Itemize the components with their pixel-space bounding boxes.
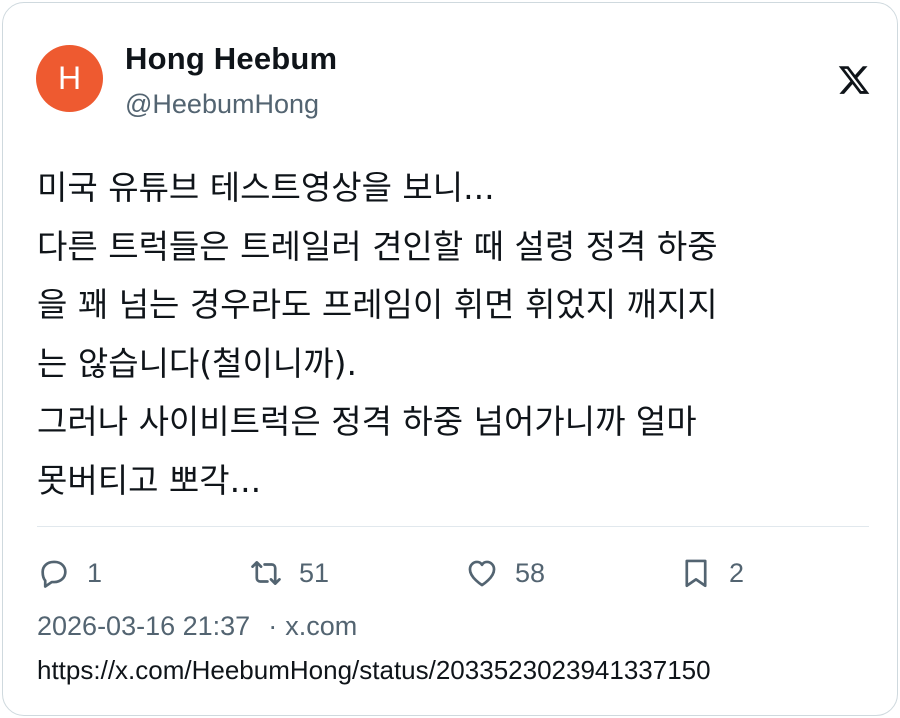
tweet-line: 못버티고 뽀각... <box>37 460 262 500</box>
bookmark-button[interactable]: 2 <box>679 555 744 591</box>
heart-icon <box>468 560 496 587</box>
like-button[interactable]: 58 <box>465 555 545 591</box>
tweet-line: 미국 유튜브 테스트영상을 보니... <box>37 168 495 207</box>
avatar[interactable]: H <box>36 45 103 112</box>
timestamp[interactable]: 2026-03-16 21:37 <box>37 611 250 641</box>
meta-separator: · <box>268 611 278 641</box>
repost-count: 51 <box>299 557 330 588</box>
tweet-line: 는 않습니다(철이니까). <box>37 343 357 383</box>
tweet-text: 미국 유튜브 테스트영상을 보니... 다른 트럭들은 트레일러 견인할 때 설령… <box>37 159 867 510</box>
reply-icon <box>41 560 67 588</box>
tweet-line: 그러나 사이비트럭은 정격 하중 넘어가니까 얼마 <box>37 402 697 441</box>
repost-button[interactable]: 51 <box>249 555 329 591</box>
repost-icon <box>251 561 281 585</box>
tweet-meta: 2026-03-16 21:37 · x.com <box>37 611 357 642</box>
avatar-letter: H <box>57 60 82 96</box>
bookmark-count: 2 <box>729 557 745 588</box>
status-url[interactable]: https://x.com/HeebumHong/status/20335230… <box>37 655 711 686</box>
divider <box>37 526 869 527</box>
tweet-line: 다른 트럭들은 트레일러 견인할 때 설령 정격 하중 <box>37 226 718 266</box>
tweet-card: H Hong Heebum @HeebumHong 미국 유튜브 테스트영상을 … <box>2 2 898 716</box>
reply-button[interactable]: 1 <box>37 555 102 591</box>
x-logo-icon[interactable] <box>837 63 871 97</box>
bookmark-icon <box>685 559 707 588</box>
tweet-line: 을 꽤 넘는 경우라도 프레임이 휘면 휘었지 깨지지 <box>37 285 718 324</box>
author-handle[interactable]: @HeebumHong <box>125 89 319 120</box>
like-count: 58 <box>515 557 546 588</box>
author-name[interactable]: Hong Heebum <box>125 41 337 77</box>
reply-count: 1 <box>87 557 103 588</box>
source-link[interactable]: x.com <box>285 611 357 641</box>
